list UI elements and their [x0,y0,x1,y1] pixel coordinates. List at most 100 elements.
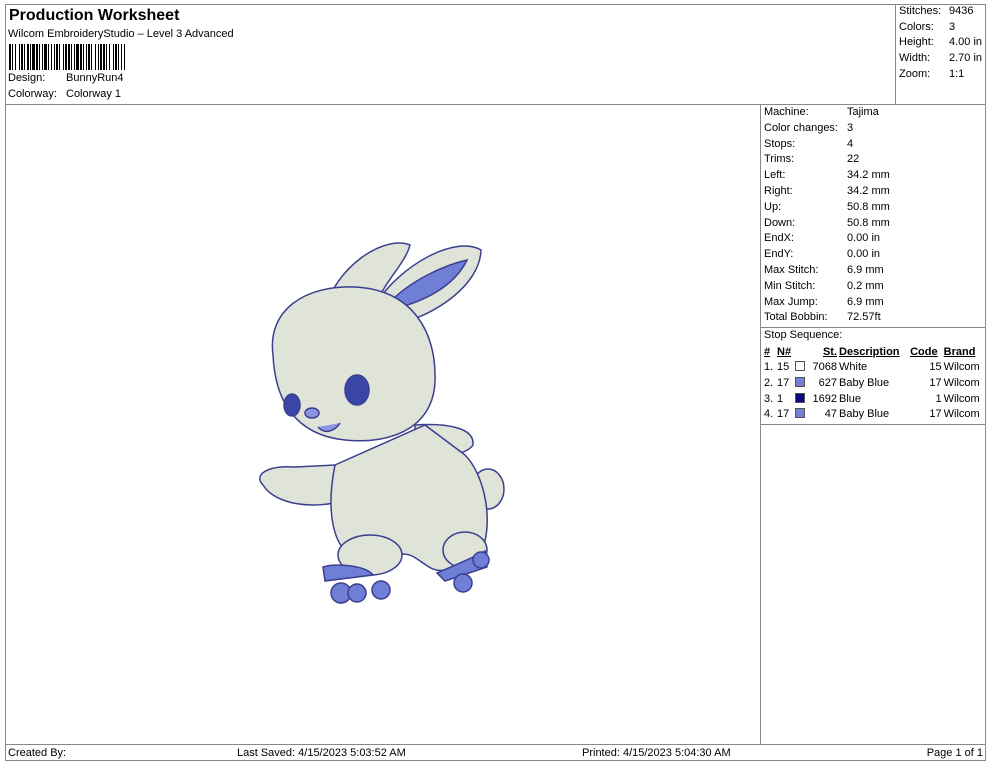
info-value: 50.8 mm [847,216,890,229]
col-swatch [794,344,808,360]
design-label: Design: [8,72,46,84]
info-value: 1:1 [949,67,965,80]
stop-row: 3. 1 1692 Blue 1 Wilcom [761,391,986,407]
stop-description: Blue [839,392,862,405]
stop-sequence: Stop Sequence: # N# St. Description Code… [761,327,986,425]
info-label: Trims: [764,153,795,166]
stop-needle: 15 [777,361,790,374]
info-label: Stitches: [899,5,942,17]
info-row: Machine: Tajima [761,105,986,121]
info-value: 0.00 in [847,248,881,261]
bunny-embroidery-image [259,242,505,604]
page-number: Page 1 of 1 [926,747,983,759]
info-value: 3 [949,20,956,33]
info-label: Total Bobbin: [764,311,828,324]
info-label: Zoom: [899,67,931,80]
info-value: 34.2 mm [847,184,890,197]
info-row: EndX: 0.00 in [761,231,986,247]
stop-swatch [794,391,808,407]
info-label: Color changes: [764,121,838,134]
info-row: Trims: 22 [761,152,986,168]
info-value: 3 [847,121,854,134]
created-by: Created By: [8,747,67,759]
col-description: Description [839,345,900,358]
stop-index: 1. [764,361,774,374]
colorway-label: Colorway: [8,88,57,100]
info-row: Stops: 4 [761,137,986,153]
stop-description: Baby Blue [839,408,890,421]
info-row: Down: 50.8 mm [761,216,986,232]
info-value: 4.00 in [949,36,983,49]
design-field: Design: BunnyRun4 [8,72,124,84]
colorway-field: Colorway: Colorway 1 [8,88,121,100]
info-label: Max Stitch: [764,263,819,276]
worksheet-header: Production Worksheet Wilcom EmbroiderySt… [5,4,986,105]
info-row: Max Jump: 6.9 mm [761,295,986,311]
col-index: # [764,345,771,358]
info-label: EndX: [764,232,794,245]
info-label: Right: [764,184,793,197]
stop-code: 15 [929,361,942,374]
col-needle: N# [777,345,792,358]
info-row: Max Stitch: 6.9 mm [761,263,986,279]
stop-needle: 17 [777,408,790,421]
stop-code: 17 [929,408,942,421]
info-row: Up: 50.8 mm [761,200,986,216]
info-row: Total Bobbin: 72.57ft [761,310,986,326]
color-swatch [795,376,806,387]
design-info-panel: Machine: Tajima Color changes: 3 Stops: 4 Trim… [760,105,986,744]
footer: Created By: Last Saved: 4/15/2023 5:03:5… [5,744,986,761]
info-value: 9436 [949,5,974,17]
info-value: 4 [847,137,854,150]
stop-code: 1 [935,392,942,405]
info-value: 0.2 mm [847,279,884,292]
col-stitches: St. [822,345,838,358]
info-label: Up: [764,200,782,213]
info-row: Right: 34.2 mm [761,184,986,200]
stop-sequence-title: Stop Sequence: [764,329,843,342]
design-preview [5,105,760,744]
info-label: Max Jump: [764,295,818,308]
stop-index: 2. [764,376,774,389]
info-label: EndY: [764,248,794,261]
info-label: Height: [899,36,934,49]
stop-index: 3. [764,392,774,405]
stop-swatch [794,360,808,376]
info-row: EndY: 0.00 in [761,247,986,263]
info-label: Down: [764,216,796,229]
col-code: Code [910,345,938,358]
info-value: 34.2 mm [847,169,890,182]
stop-row: 4. 17 47 Baby Blue 17 Wilcom [761,406,986,422]
info-value: 50.8 mm [847,200,890,213]
info-label: Left: [764,169,786,182]
info-row: Zoom: 1:1 [896,67,986,83]
info-row: Width: 2.70 in [896,51,986,67]
stop-stitches: 7068 [812,361,838,374]
design-value: BunnyRun4 [66,72,124,84]
info-value: Tajima [847,106,879,118]
stop-swatch [794,375,808,391]
barcode-bar [125,44,126,70]
info-row: Left: 34.2 mm [761,168,986,184]
color-swatch [795,408,806,419]
stop-needle: 1 [777,392,784,405]
stop-description: Baby Blue [839,376,890,389]
info-row: Min Stitch: 0.2 mm [761,279,986,295]
info-value: 0.00 in [847,232,881,245]
stop-brand: Wilcom [943,361,980,374]
last-saved: Last Saved: 4/15/2023 5:03:52 AM [237,747,406,759]
info-row: Stitches: 9436 [896,4,986,20]
color-swatch [795,392,806,403]
stop-description: White [839,361,868,374]
stop-needle: 17 [777,376,790,389]
info-row: Height: 4.00 in [896,35,986,51]
info-value: 6.9 mm [847,295,884,308]
stop-brand: Wilcom [943,392,980,405]
stop-swatch [794,406,808,422]
stop-code: 17 [929,376,942,389]
stop-stitches: 627 [818,376,838,389]
info-label: Machine: [764,106,809,118]
info-label: Stops: [764,137,796,150]
stop-brand: Wilcom [943,376,980,389]
stop-row: 2. 17 627 Baby Blue 17 Wilcom [761,375,986,391]
